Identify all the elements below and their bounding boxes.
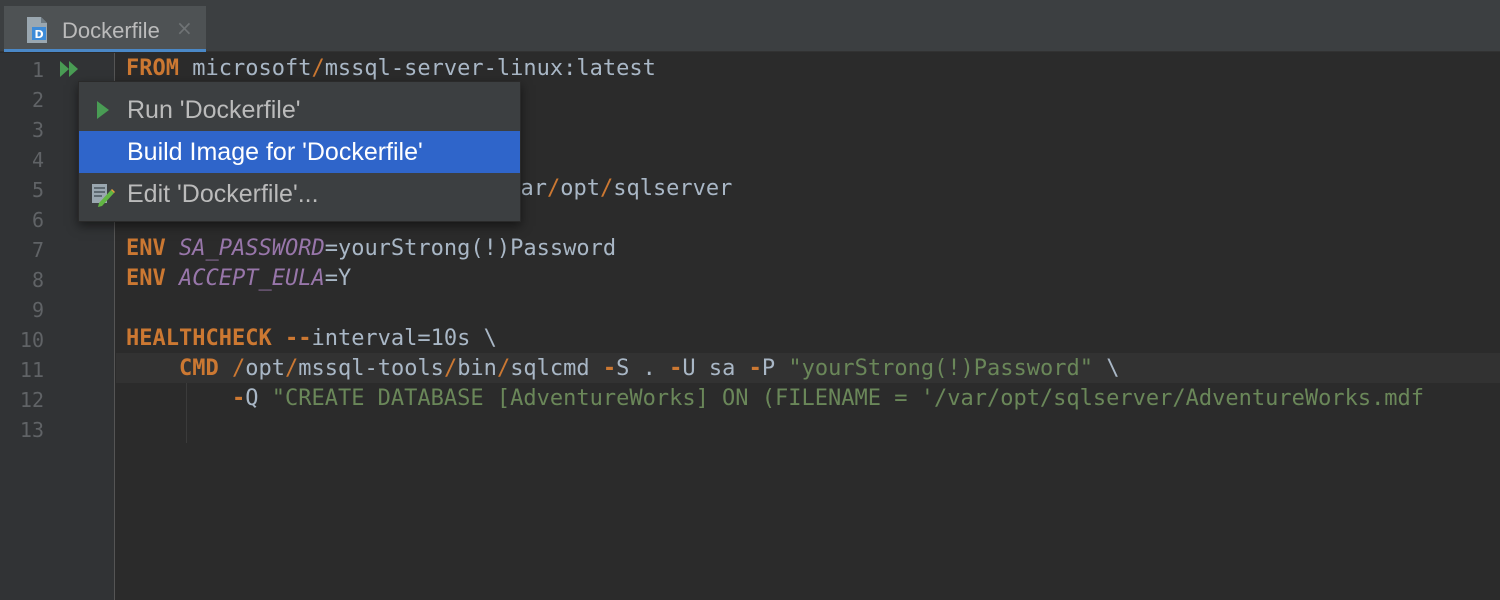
code-text: mssql-server-linux:latest bbox=[324, 56, 656, 81]
string-literal: "CREATE DATABASE [AdventureWorks] ON (FI… bbox=[271, 386, 1425, 411]
env-variable: ACCEPT_EULA bbox=[179, 266, 325, 291]
code-line-8: ENV ACCEPT_EULA=Y bbox=[126, 264, 351, 294]
keyword: ENV bbox=[126, 266, 166, 291]
path-separator: / bbox=[218, 356, 246, 381]
code-text: bin bbox=[457, 356, 497, 381]
code-text: interval=10s \ bbox=[311, 326, 497, 351]
string-literal: "yourStrong(!)Password" bbox=[788, 356, 1094, 381]
code-text: \ bbox=[1093, 356, 1120, 381]
code-text: P bbox=[761, 356, 789, 381]
edit-config-icon bbox=[92, 184, 115, 207]
line-number: 2 bbox=[31, 88, 44, 112]
code-text: mssql-tools bbox=[298, 356, 444, 381]
keyword: FROM bbox=[126, 56, 179, 81]
code-text: =yourStrong(!)Password bbox=[324, 236, 617, 261]
path-separator: / bbox=[284, 356, 299, 381]
code-text: U sa bbox=[682, 356, 749, 381]
line-number: 7 bbox=[31, 238, 44, 262]
code-line-12: -Q "CREATE DATABASE [AdventureWorks] ON … bbox=[126, 384, 1424, 414]
line-number: 3 bbox=[31, 118, 44, 142]
keyword: CMD bbox=[178, 356, 219, 381]
path-separator: / bbox=[311, 56, 325, 81]
line-number: 11 bbox=[19, 358, 44, 382]
flag-prefix: -- bbox=[271, 326, 312, 351]
code-text: microsoft bbox=[178, 56, 312, 81]
line-number: 8 bbox=[31, 268, 44, 292]
code-text: Q bbox=[245, 386, 272, 411]
menu-item-label: Run 'Dockerfile' bbox=[127, 96, 301, 124]
code-line-10: HEALTHCHECK --interval=10s \ bbox=[126, 324, 497, 354]
code-text: =Y bbox=[324, 266, 352, 291]
code-text: opt bbox=[560, 176, 600, 201]
code-text: sqlserver bbox=[613, 176, 733, 201]
keyword: ENV bbox=[126, 236, 166, 261]
line-number: 6 bbox=[31, 208, 44, 232]
line-number: 12 bbox=[19, 388, 44, 412]
run-context-popup-menu: Run 'Dockerfile' Build Image for 'Docker… bbox=[78, 81, 521, 222]
flag-prefix: - bbox=[231, 386, 246, 411]
line-number: 10 bbox=[19, 328, 44, 352]
line-number: 13 bbox=[19, 418, 44, 442]
path-separator: / bbox=[443, 356, 458, 381]
keyword: HEALTHCHECK bbox=[126, 326, 272, 351]
flag-prefix: - bbox=[669, 356, 683, 381]
menu-item-label: Build Image for 'Dockerfile' bbox=[127, 138, 423, 166]
line-number: 9 bbox=[31, 298, 44, 322]
code-text: S . bbox=[616, 356, 670, 381]
line-number: 1 bbox=[31, 58, 44, 82]
menu-item-run[interactable]: Run 'Dockerfile' bbox=[79, 89, 520, 131]
path-separator: / bbox=[546, 176, 561, 201]
line-number: 4 bbox=[31, 148, 44, 172]
path-separator: / bbox=[599, 176, 614, 201]
code-line-1: FROM microsoft/mssql-server-linux:latest bbox=[126, 54, 656, 84]
flag-prefix: - bbox=[748, 356, 762, 381]
path-separator: / bbox=[496, 356, 511, 381]
env-variable: SA_PASSWORD bbox=[179, 236, 325, 261]
menu-item-label: Edit 'Dockerfile'... bbox=[127, 180, 319, 208]
code-text: opt bbox=[245, 356, 285, 381]
run-double-arrow-icon[interactable] bbox=[58, 58, 82, 80]
line-number: 5 bbox=[31, 178, 44, 202]
flag-prefix: - bbox=[602, 356, 617, 381]
code-text: sqlcmd bbox=[510, 356, 603, 381]
run-icon bbox=[97, 101, 109, 119]
menu-item-build-image[interactable]: Build Image for 'Dockerfile' bbox=[79, 131, 520, 173]
svg-text:D: D bbox=[35, 28, 44, 41]
menu-item-edit-config[interactable]: Edit 'Dockerfile'... bbox=[79, 173, 520, 215]
code-line-7: ENV SA_PASSWORD=yourStrong(!)Password bbox=[126, 234, 616, 264]
code-line-11: CMD /opt/mssql-tools/bin/sqlcmd -S . -U … bbox=[126, 354, 1120, 384]
dockerfile-icon: D bbox=[27, 17, 47, 43]
